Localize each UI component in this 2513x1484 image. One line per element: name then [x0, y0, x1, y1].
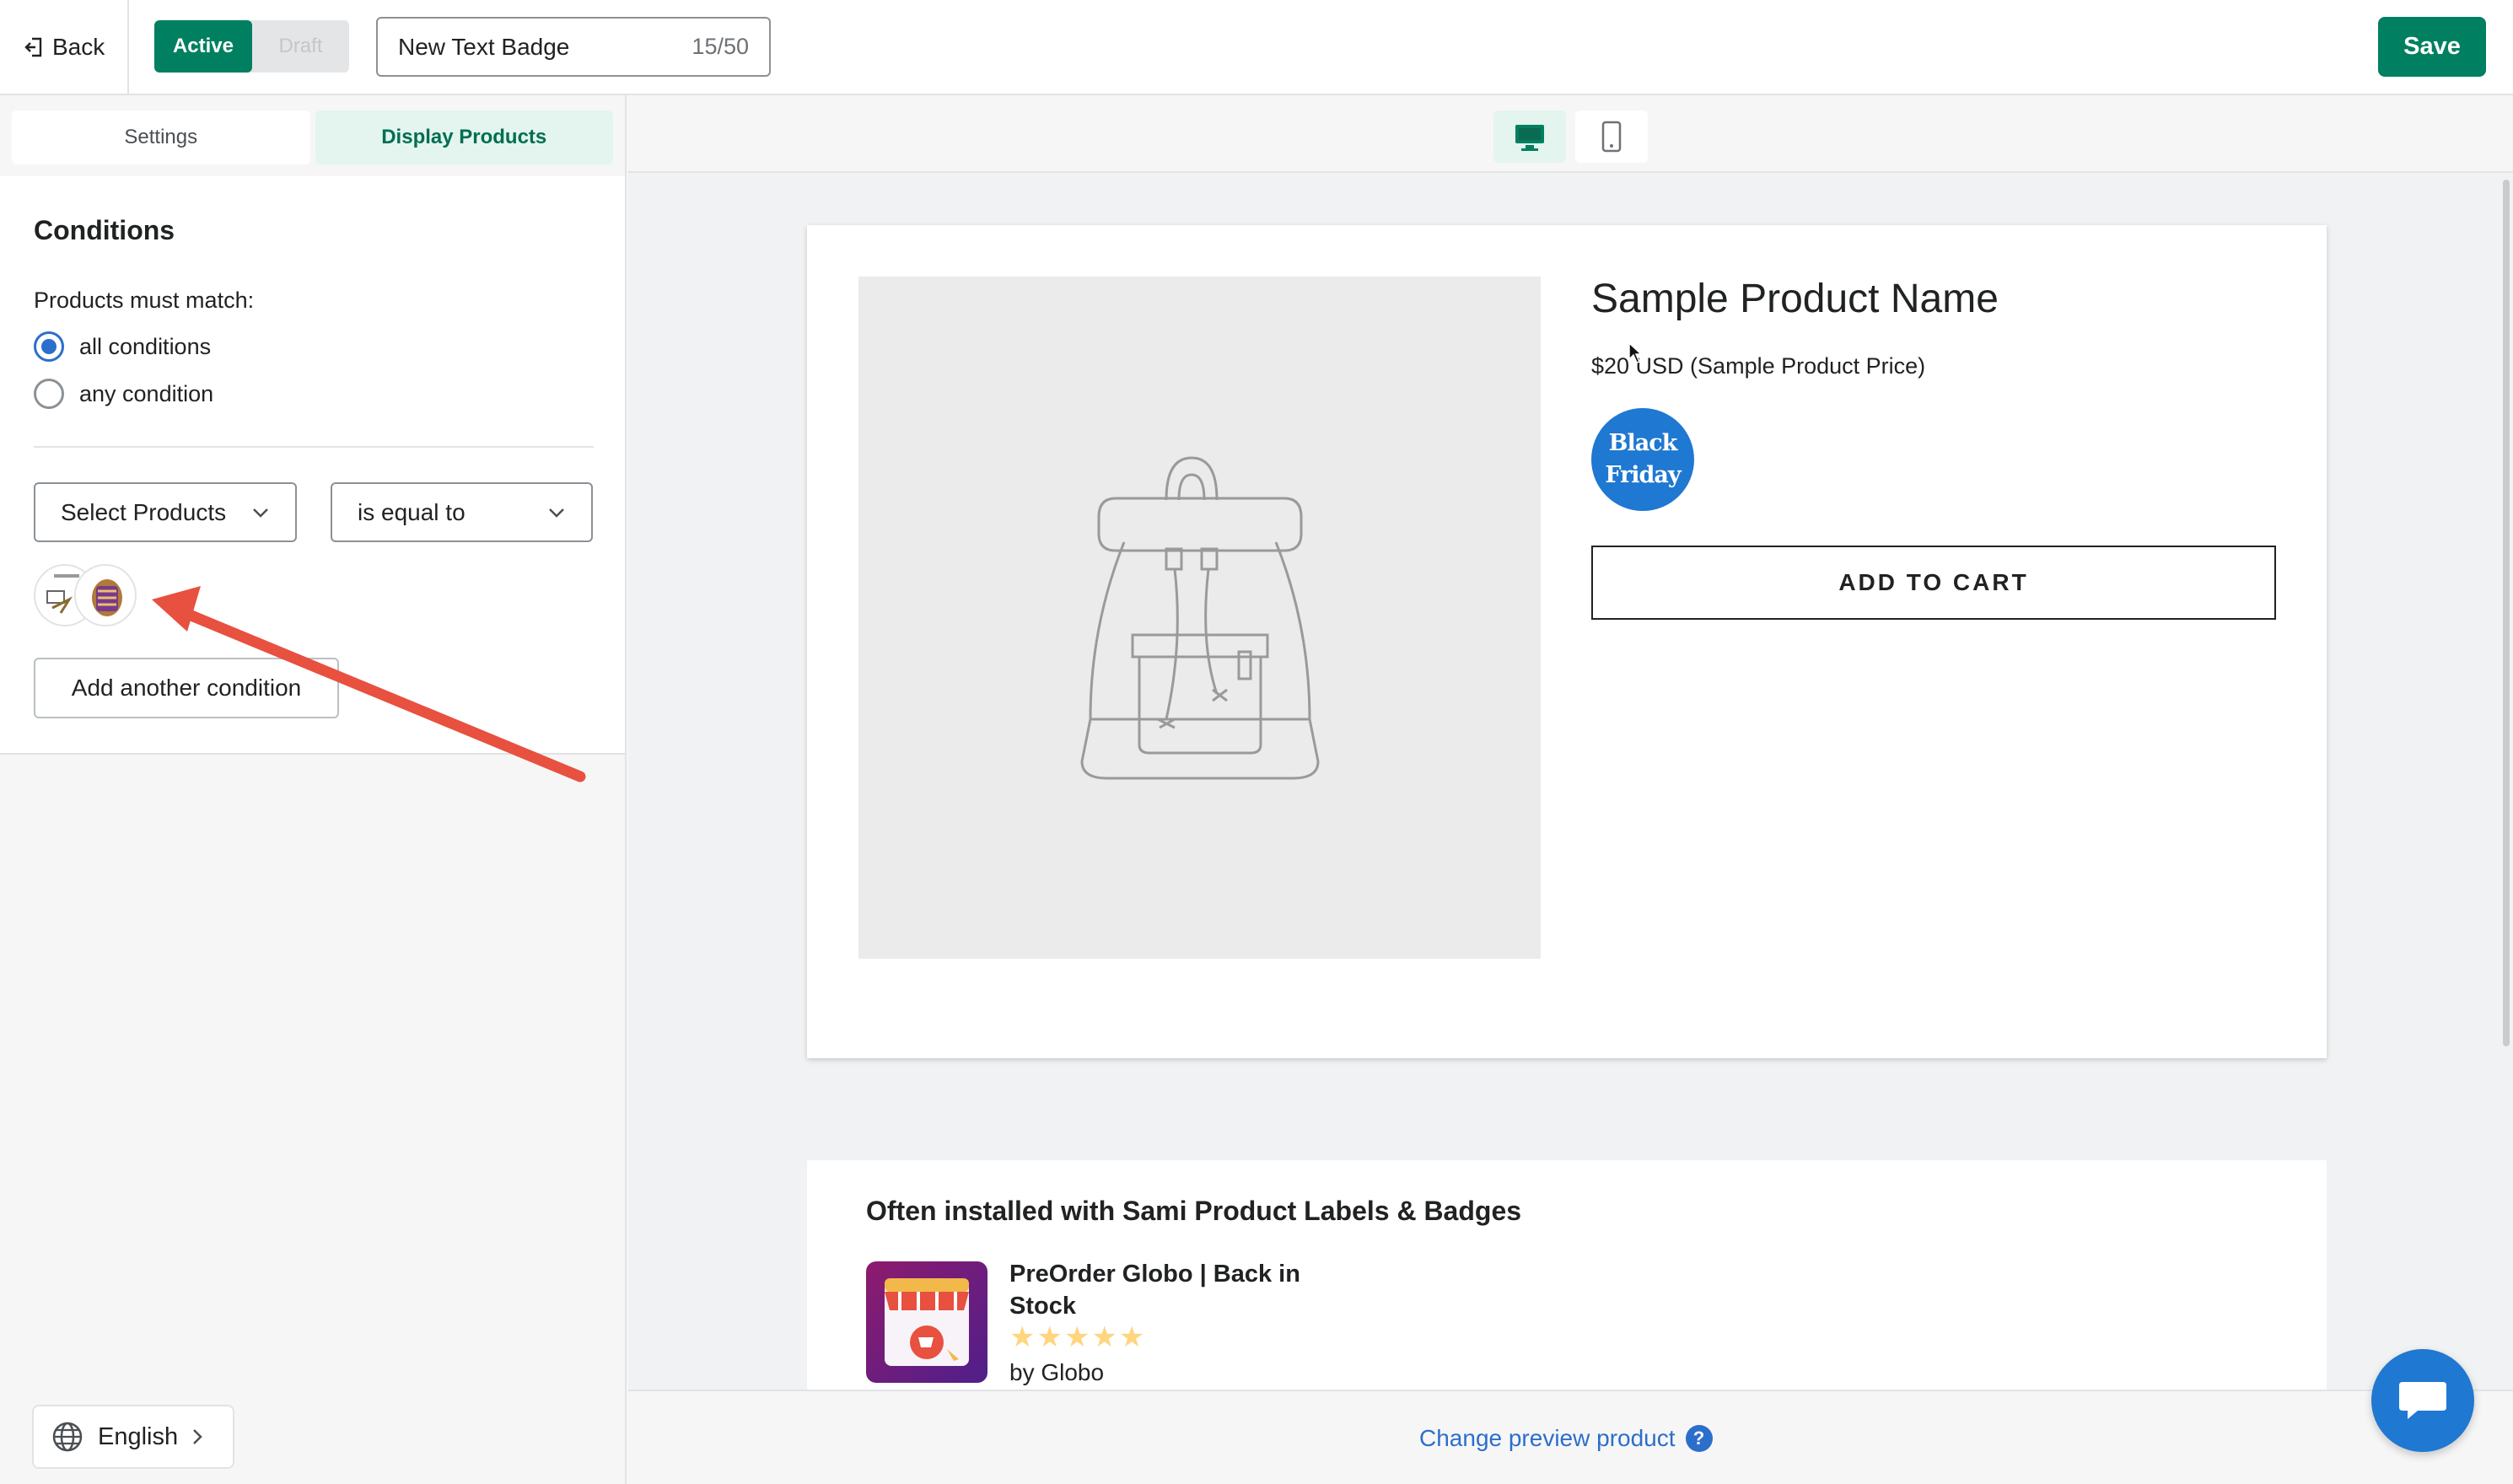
panel-tabs: Settings Display Products	[12, 110, 613, 164]
badge-text-line: Friday	[1605, 462, 1681, 488]
badge-title-input[interactable]: New Text Badge 15/50	[376, 17, 771, 77]
back-arrow-icon	[24, 37, 42, 57]
language-selector[interactable]: English	[32, 1405, 234, 1469]
scrollbar[interactable]	[2503, 180, 2510, 1046]
mouse-cursor-icon	[1628, 342, 1642, 363]
preview-area: Sample Product Name $20 USD (Sample Prod…	[628, 95, 2513, 1484]
status-toggle[interactable]: Active Draft	[154, 20, 349, 73]
device-toolbar	[628, 95, 2513, 173]
help-icon[interactable]: ?	[1685, 1425, 1713, 1452]
radio-all-conditions[interactable]: all conditions	[34, 331, 211, 362]
operator-select[interactable]: is equal to	[331, 482, 593, 542]
recommendations-card: Often installed with Sami Product Labels…	[807, 1160, 2327, 1390]
star-rating: ★★★★★	[1009, 1321, 1147, 1353]
character-count: 15/50	[691, 34, 749, 59]
product-preview-card: Sample Product Name $20 USD (Sample Prod…	[807, 225, 2327, 1058]
field-select[interactable]: Select Products	[34, 482, 297, 542]
operator-select-value: is equal to	[358, 498, 465, 525]
radio-any-condition[interactable]: any condition	[34, 379, 213, 409]
recommendations-title: Often installed with Sami Product Labels…	[866, 1196, 1522, 1226]
change-preview-label: Change preview product	[1419, 1425, 1676, 1451]
badge-title-value: New Text Badge	[398, 33, 570, 60]
left-panel: Settings Display Products Conditions Pro…	[0, 95, 627, 1484]
divider	[34, 446, 594, 448]
tab-display-products[interactable]: Display Products	[315, 110, 613, 164]
chevron-right-icon	[193, 1429, 202, 1444]
mobile-view-button[interactable]	[1575, 110, 1648, 163]
change-preview-product-link[interactable]: Change preview product ?	[1419, 1425, 1713, 1452]
add-to-cart-button[interactable]: ADD TO CART	[1591, 546, 2276, 620]
radio-label: any condition	[79, 380, 214, 406]
language-label: English	[98, 1422, 179, 1450]
chevron-down-icon	[549, 508, 564, 518]
save-button[interactable]: Save	[2378, 17, 2486, 77]
status-draft-button[interactable]: Draft	[252, 20, 349, 73]
chevron-down-icon	[253, 508, 268, 518]
chat-icon	[2399, 1382, 2446, 1419]
globe-icon	[52, 1422, 83, 1452]
add-condition-button[interactable]: Add another condition	[34, 658, 339, 718]
radio-button-checked[interactable]	[34, 331, 64, 362]
tab-settings[interactable]: Settings	[12, 110, 310, 164]
field-select-value: Select Products	[61, 498, 227, 525]
app-icon[interactable]	[866, 1261, 987, 1383]
back-label: Back	[52, 34, 105, 60]
product-thumbnail[interactable]	[74, 564, 137, 626]
mobile-icon	[1601, 121, 1622, 153]
conditions-title: Conditions	[34, 215, 175, 245]
top-bar: Back Active Draft New Text Badge 15/50 S…	[0, 0, 2513, 95]
back-button[interactable]: Back	[24, 30, 105, 64]
radio-label: all conditions	[79, 333, 212, 359]
app-name[interactable]: PreOrder Globo | Back in Stock	[1009, 1258, 1330, 1322]
match-label: Products must match:	[34, 288, 255, 313]
selected-products	[34, 564, 138, 628]
product-image	[858, 277, 1541, 959]
status-active-button[interactable]: Active	[154, 20, 252, 73]
product-name: Sample Product Name	[1591, 277, 1999, 321]
chat-button[interactable]	[2371, 1349, 2474, 1452]
conditions-card: Conditions Products must match: all cond…	[0, 176, 625, 755]
radio-button[interactable]	[34, 379, 64, 409]
desktop-view-button[interactable]	[1493, 110, 1566, 163]
backpack-icon	[1079, 455, 1320, 779]
app-developer: by Globo	[1009, 1359, 1105, 1385]
preview-scroll-area[interactable]: Sample Product Name $20 USD (Sample Prod…	[628, 173, 2513, 1390]
divider	[127, 0, 129, 95]
badge-text-line: Black	[1608, 430, 1678, 456]
product-badge: Black Friday	[1591, 408, 1694, 511]
preview-footer: Change preview product ?	[628, 1390, 2513, 1484]
desktop-icon	[1515, 125, 1544, 151]
